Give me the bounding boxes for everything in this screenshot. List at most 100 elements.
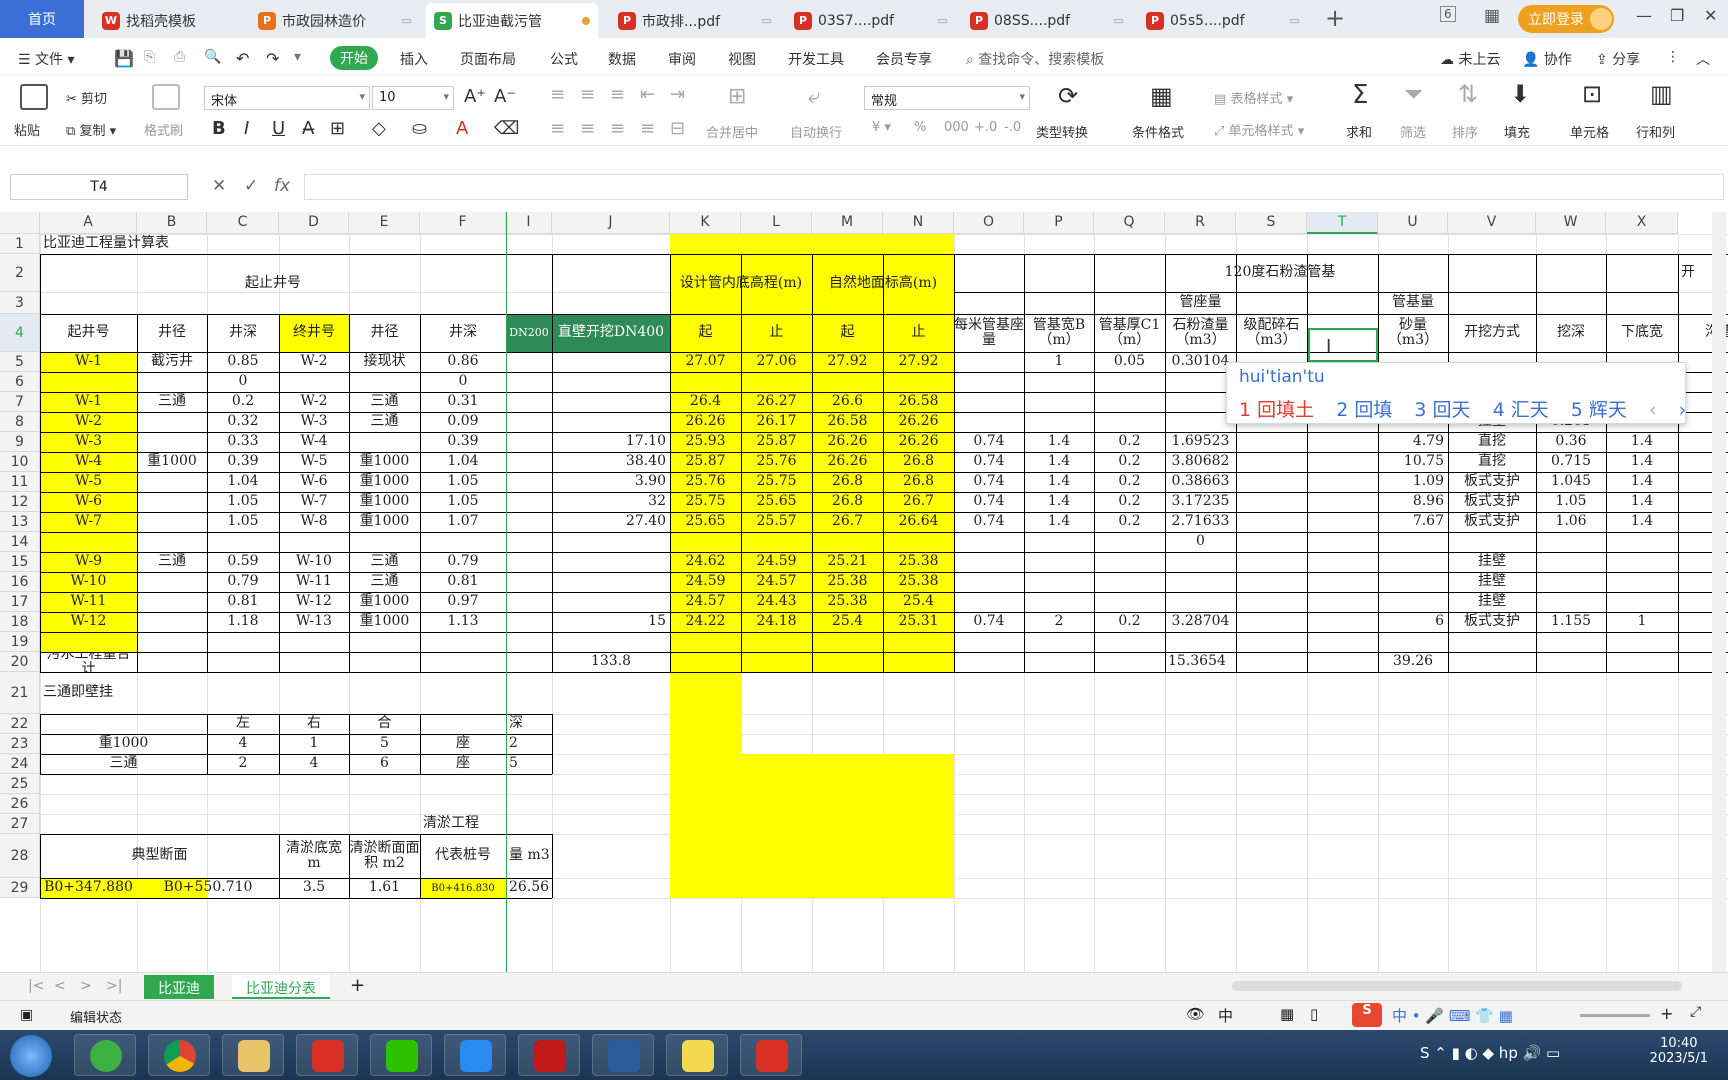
number-format-select[interactable]: 常规 bbox=[864, 86, 1030, 110]
lang-icon[interactable]: 中 bbox=[1218, 1005, 1233, 1026]
paste-button[interactable]: 粘贴 bbox=[14, 120, 40, 139]
sogou-ime-icon[interactable]: S bbox=[1352, 1003, 1382, 1027]
menu-home-tab[interactable]: 开始 bbox=[330, 46, 378, 70]
row-header[interactable]: 4 bbox=[0, 314, 40, 352]
row-col-button[interactable]: 行和列 bbox=[1636, 122, 1675, 141]
taskbar-ie[interactable] bbox=[74, 1034, 136, 1076]
copy-button[interactable]: ⧉ 复制 ▾ bbox=[66, 120, 116, 139]
horizontal-scrollbar[interactable] bbox=[1232, 981, 1682, 991]
column-header[interactable]: L bbox=[741, 212, 812, 234]
row-header[interactable]: 23 bbox=[0, 734, 40, 754]
bold-icon[interactable]: B bbox=[212, 118, 226, 139]
more-options-icon[interactable]: ⋮ bbox=[1666, 49, 1680, 65]
print-icon[interactable]: ⎙ bbox=[174, 49, 185, 65]
row-header[interactable]: 12 bbox=[0, 492, 40, 512]
column-header[interactable]: U bbox=[1378, 212, 1448, 234]
menu-developer[interactable]: 开发工具 bbox=[788, 49, 844, 69]
cancel-icon[interactable]: ✕ bbox=[212, 176, 226, 196]
vertical-scrollbar[interactable] bbox=[1712, 212, 1726, 972]
menu-member[interactable]: 会员专享 bbox=[876, 49, 932, 69]
column-header[interactable]: N bbox=[883, 212, 954, 234]
column-header[interactable]: I bbox=[506, 212, 552, 234]
ime-toolbar[interactable]: 中 • 🎤 ⌨ 👕 ▦ bbox=[1392, 1005, 1513, 1026]
column-header[interactable]: E bbox=[349, 212, 420, 234]
taskbar-tool[interactable] bbox=[740, 1034, 802, 1076]
filter-button[interactable]: 筛选 bbox=[1400, 122, 1426, 141]
more-chevron-icon[interactable]: ▾ bbox=[294, 49, 301, 65]
command-search[interactable]: ⌕ 查找命令、搜索模板 bbox=[966, 49, 1104, 69]
system-tray[interactable]: S ⌃ ▮ ◐ ◆ hp 🔊 ▭ bbox=[1420, 1044, 1560, 1062]
collapse-ribbon-icon[interactable]: ︿ bbox=[1696, 49, 1710, 69]
fx-icon[interactable]: fx bbox=[274, 176, 290, 196]
grid-apps-icon[interactable]: ▦ bbox=[1484, 6, 1500, 26]
row-header[interactable]: 20 bbox=[0, 652, 40, 672]
decimal-increase-icon[interactable]: +.0 bbox=[974, 120, 997, 135]
currency-icon[interactable]: ¥ ▾ bbox=[872, 120, 891, 135]
close-icon[interactable]: ▭ bbox=[1290, 14, 1300, 27]
taskbar-chrome[interactable] bbox=[148, 1034, 210, 1076]
indent-increase-icon[interactable]: ⇥ bbox=[670, 84, 685, 105]
close-window-icon[interactable]: ✕ bbox=[1704, 6, 1717, 25]
decimal-decrease-icon[interactable]: -.0 bbox=[1004, 120, 1021, 135]
thousands-icon[interactable]: 000 bbox=[944, 120, 969, 135]
taskbar-cad[interactable] bbox=[592, 1034, 654, 1076]
align-right-icon[interactable]: ≡ bbox=[610, 118, 625, 139]
menu-review[interactable]: 审阅 bbox=[668, 49, 696, 69]
row-header[interactable]: 8 bbox=[0, 412, 40, 432]
taskbar-app[interactable] bbox=[444, 1034, 506, 1076]
formula-input[interactable] bbox=[304, 174, 1724, 200]
sheet-tab-byd-sub[interactable]: 比亚迪分表 bbox=[232, 975, 330, 999]
restore-icon[interactable]: ❐ bbox=[1670, 6, 1684, 25]
ime-candidate[interactable]: 5 辉天 bbox=[1571, 399, 1627, 421]
save-icon[interactable]: 💾 bbox=[114, 49, 134, 68]
page-view-icon[interactable]: ▯ bbox=[1310, 1005, 1318, 1023]
row-header[interactable]: 2 bbox=[0, 254, 40, 292]
row-header[interactable]: 5 bbox=[0, 352, 40, 372]
row-header[interactable]: 26 bbox=[0, 794, 40, 814]
column-header[interactable]: W bbox=[1536, 212, 1606, 234]
fill-color-icon[interactable]: ⛀ bbox=[412, 118, 427, 139]
column-header[interactable]: P bbox=[1024, 212, 1094, 234]
tab-landscape-cost[interactable]: P 市政园林造价 ▭ bbox=[250, 3, 420, 38]
tab-pdf-3[interactable]: P 08SS....pdf ▭ bbox=[962, 3, 1132, 38]
share-button[interactable]: ⇪ 分享 bbox=[1596, 49, 1640, 69]
close-icon[interactable]: ▭ bbox=[1114, 14, 1124, 27]
justify-icon[interactable]: ≡ bbox=[640, 118, 655, 139]
tab-pdf-2[interactable]: P 03S7....pdf ▭ bbox=[786, 3, 956, 38]
taskbar-wechat[interactable] bbox=[370, 1034, 432, 1076]
new-tab-button[interactable]: + bbox=[1325, 4, 1345, 32]
tab-pdf-4[interactable]: P 05s5....pdf ▭ bbox=[1138, 3, 1308, 38]
zoom-slider[interactable] bbox=[1580, 1014, 1650, 1017]
font-color-icon[interactable]: A bbox=[456, 118, 468, 139]
confirm-icon[interactable]: ✓ bbox=[244, 176, 258, 196]
strikethrough-icon[interactable]: A̶ bbox=[302, 118, 314, 139]
row-header[interactable]: 27 bbox=[0, 814, 40, 834]
paste-icon[interactable] bbox=[20, 84, 48, 110]
sheet-tab-byd[interactable]: 比亚迪 bbox=[144, 975, 214, 999]
align-middle-icon[interactable]: ≡ bbox=[580, 84, 595, 105]
column-header[interactable]: R bbox=[1165, 212, 1236, 234]
cell-button[interactable]: 单元格 bbox=[1570, 122, 1609, 141]
start-button[interactable] bbox=[10, 1035, 52, 1077]
row-header[interactable]: 11 bbox=[0, 472, 40, 492]
column-header[interactable]: J bbox=[552, 212, 670, 234]
menu-page-layout[interactable]: 页面布局 bbox=[460, 49, 516, 69]
sum-button[interactable]: 求和 bbox=[1346, 122, 1372, 141]
fill-format-icon[interactable]: ◇ bbox=[372, 118, 386, 139]
column-header[interactable]: T bbox=[1307, 212, 1378, 234]
row-header[interactable]: 28 bbox=[0, 834, 40, 878]
active-cell-t4[interactable] bbox=[1308, 328, 1378, 362]
row-header[interactable]: 9 bbox=[0, 432, 40, 452]
row-header[interactable]: 10 bbox=[0, 452, 40, 472]
column-header[interactable]: M bbox=[812, 212, 883, 234]
table-style-button[interactable]: ▤ 表格样式 ▾ bbox=[1214, 88, 1293, 107]
row-header[interactable]: 17 bbox=[0, 592, 40, 612]
column-header[interactable]: Q bbox=[1094, 212, 1165, 234]
format-painter-button[interactable]: 格式刷 bbox=[144, 120, 183, 139]
tab-template[interactable]: W 找稻壳模板 bbox=[94, 3, 244, 38]
italic-icon[interactable]: I bbox=[244, 118, 249, 139]
column-header[interactable]: D bbox=[279, 212, 349, 234]
taskbar-autocad[interactable] bbox=[518, 1034, 580, 1076]
row-header[interactable]: 19 bbox=[0, 632, 40, 652]
ime-candidate[interactable]: 1 回填土 bbox=[1239, 399, 1314, 421]
